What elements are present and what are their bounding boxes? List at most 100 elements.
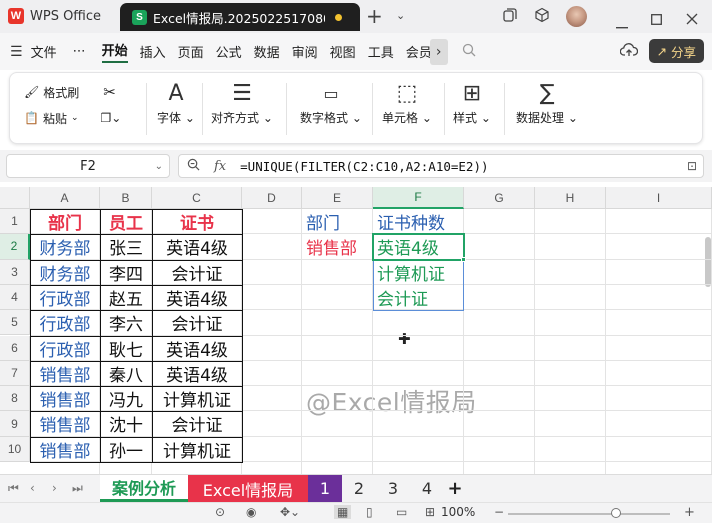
row-header-3[interactable]: 3 xyxy=(0,259,30,285)
gridline-v xyxy=(605,209,606,474)
sheet-tab-1[interactable]: Excel情报局 xyxy=(188,475,308,502)
lookup-count-label[interactable]: 证书种数 xyxy=(373,209,464,234)
share-button[interactable]: ↗ 分享 xyxy=(648,39,704,63)
document-tab-title: Excel情报局.20250225170808 xyxy=(153,10,325,26)
zoom-slider-handle[interactable] xyxy=(611,508,621,518)
expand-icon[interactable]: › xyxy=(429,38,448,65)
column-header-b[interactable]: B xyxy=(100,187,152,209)
protect-icon[interactable]: ⊙ xyxy=(215,505,225,519)
menu-formula[interactable]: 公式 xyxy=(216,42,242,61)
formula-input[interactable]: fx =UNIQUE(FILTER(C2:C10,A2:A10=E2)) ⊡ xyxy=(178,154,704,178)
menu-data[interactable]: 数据 xyxy=(254,42,280,61)
zoom-out-button[interactable]: − xyxy=(494,505,504,519)
cloud-upload-icon[interactable] xyxy=(619,42,639,62)
row-header-5[interactable]: 5 xyxy=(0,310,30,336)
chevron-down-icon: ⌄ xyxy=(154,160,163,172)
last-sheet-icon[interactable]: ⏭ xyxy=(72,481,83,496)
cut-icon[interactable]: ✂ xyxy=(103,83,116,101)
page-break-icon[interactable]: ▭ xyxy=(396,505,407,519)
sheet-tab-4[interactable]: 3 xyxy=(376,475,410,502)
tabs-icon[interactable] xyxy=(502,7,518,27)
share-icon: ↗ xyxy=(656,43,667,59)
table-line xyxy=(30,411,242,413)
align-icon: ☰ xyxy=(232,81,252,106)
number-format-button[interactable]: ▭ 数字格式 ⌄ xyxy=(292,79,370,139)
eye-icon[interactable]: ◉ xyxy=(246,505,256,519)
ribbon-separator xyxy=(444,83,445,135)
row-header-1[interactable]: 1 xyxy=(0,209,30,235)
name-box[interactable]: F2 ⌄ xyxy=(6,154,170,178)
sheet-tab-5[interactable]: 4 xyxy=(410,475,444,502)
column-header-e[interactable]: E xyxy=(302,187,373,209)
style-button[interactable]: ⊞ 样式 ⌄ xyxy=(448,79,496,139)
sheet-tab-2[interactable]: 1 xyxy=(308,475,342,502)
menu-member[interactable]: 会员 xyxy=(406,42,430,61)
zoom-slider[interactable] xyxy=(508,513,670,515)
avatar[interactable] xyxy=(566,6,587,27)
select-all-corner[interactable] xyxy=(0,187,30,209)
prev-sheet-icon[interactable]: ‹ xyxy=(30,481,35,495)
menu-bar: ☰ 文件 ⋯ 开始 插入 页面 公式 数据 审阅 视图 工具 会员 › ↗ 分享 xyxy=(0,33,712,70)
column-header-h[interactable]: H xyxy=(535,187,606,209)
minimize-icon[interactable] xyxy=(616,14,628,33)
et-logo-icon: S xyxy=(132,9,147,25)
first-sheet-icon[interactable]: ⏮ xyxy=(8,481,19,496)
menu-more[interactable]: ⋯ xyxy=(73,44,86,59)
menu-insert[interactable]: 插入 xyxy=(140,42,166,61)
cell-button[interactable]: ⬚ 单元格 ⌄ xyxy=(378,79,436,139)
maximize-icon[interactable] xyxy=(651,10,662,29)
menu-review[interactable]: 审阅 xyxy=(292,42,318,61)
row-header-9[interactable]: 9 xyxy=(0,411,30,437)
menu-home[interactable]: 开始 xyxy=(101,40,128,63)
row-header-2[interactable]: 2 xyxy=(0,234,30,260)
copy-icon[interactable]: ❐⌄ xyxy=(101,111,122,125)
fill-handle[interactable] xyxy=(461,256,466,262)
column-header-d[interactable]: D xyxy=(242,187,302,209)
sheet-tab-0[interactable]: 案例分析 xyxy=(100,475,188,502)
lookup-dept-label[interactable]: 部门 xyxy=(302,209,373,234)
column-header-c[interactable]: C xyxy=(152,187,242,209)
paste-button[interactable]: 📋 粘贴 ⌄ ❐⌄ xyxy=(24,105,144,131)
row-header-8[interactable]: 8 xyxy=(0,386,30,412)
column-header-a[interactable]: A xyxy=(30,187,100,209)
sheet-tab-3[interactable]: 2 xyxy=(342,475,376,502)
chevron-down-icon[interactable]: ⌄ xyxy=(396,9,405,22)
menu-file[interactable]: 文件 xyxy=(31,42,57,61)
row-header-4[interactable]: 4 xyxy=(0,284,30,311)
close-icon[interactable] xyxy=(686,10,698,29)
name-box-value: F2 xyxy=(80,158,96,174)
page-view-icon[interactable]: ▯ xyxy=(366,505,373,519)
normal-view-icon[interactable]: ▦ xyxy=(334,505,352,519)
cube-icon[interactable] xyxy=(534,7,550,27)
wps-home-tab[interactable]: W WPS Office xyxy=(8,5,101,27)
zoom-level[interactable]: 100% xyxy=(441,505,475,519)
menu-page[interactable]: 页面 xyxy=(178,42,204,61)
row-header-7[interactable]: 7 xyxy=(0,360,30,387)
format-painter-button[interactable]: 🖌 格式刷 ✂ xyxy=(24,79,144,105)
fx-icon[interactable]: fx xyxy=(214,159,226,174)
reading-mode-icon[interactable]: ⊞ xyxy=(425,505,435,519)
zoom-icon[interactable] xyxy=(187,158,200,175)
column-header-g[interactable]: G xyxy=(464,187,535,209)
row-header-6[interactable]: 6 xyxy=(0,335,30,361)
spreadsheet-grid[interactable]: @Excel情报局 ✚ A B C D E F G H I 1 2 3 4 5 6 7 8 9 10 部门 员工 证书 财务… xyxy=(0,187,712,474)
lookup-dept-value[interactable]: 销售部 xyxy=(302,234,373,259)
align-button[interactable]: ☰ 对齐方式 ⌄ xyxy=(206,79,278,139)
font-button[interactable]: A 字体 ⌄ xyxy=(148,79,204,139)
number-format-label: 数字格式 xyxy=(300,111,349,125)
data-process-button[interactable]: ∑ 数据处理 ⌄ xyxy=(510,79,584,139)
zoom-in-button[interactable]: + xyxy=(684,505,695,520)
next-sheet-icon[interactable]: › xyxy=(52,481,57,495)
column-header-f[interactable]: F xyxy=(373,187,464,209)
menu-tools[interactable]: 工具 xyxy=(368,42,394,61)
new-tab-icon[interactable]: + xyxy=(366,4,383,28)
expand-formula-icon[interactable]: ⊡ xyxy=(687,159,697,173)
add-sheet-button[interactable]: + xyxy=(444,475,466,502)
row-header-10[interactable]: 10 xyxy=(0,436,30,462)
search-icon[interactable] xyxy=(462,43,476,61)
menu-view[interactable]: 视图 xyxy=(330,42,356,61)
column-header-i[interactable]: I xyxy=(606,187,712,209)
move-icon[interactable]: ✥⌄ xyxy=(280,505,300,519)
hamburger-icon[interactable]: ☰ xyxy=(10,44,23,60)
document-tab[interactable]: S Excel情报局.20250225170808 xyxy=(120,3,360,31)
